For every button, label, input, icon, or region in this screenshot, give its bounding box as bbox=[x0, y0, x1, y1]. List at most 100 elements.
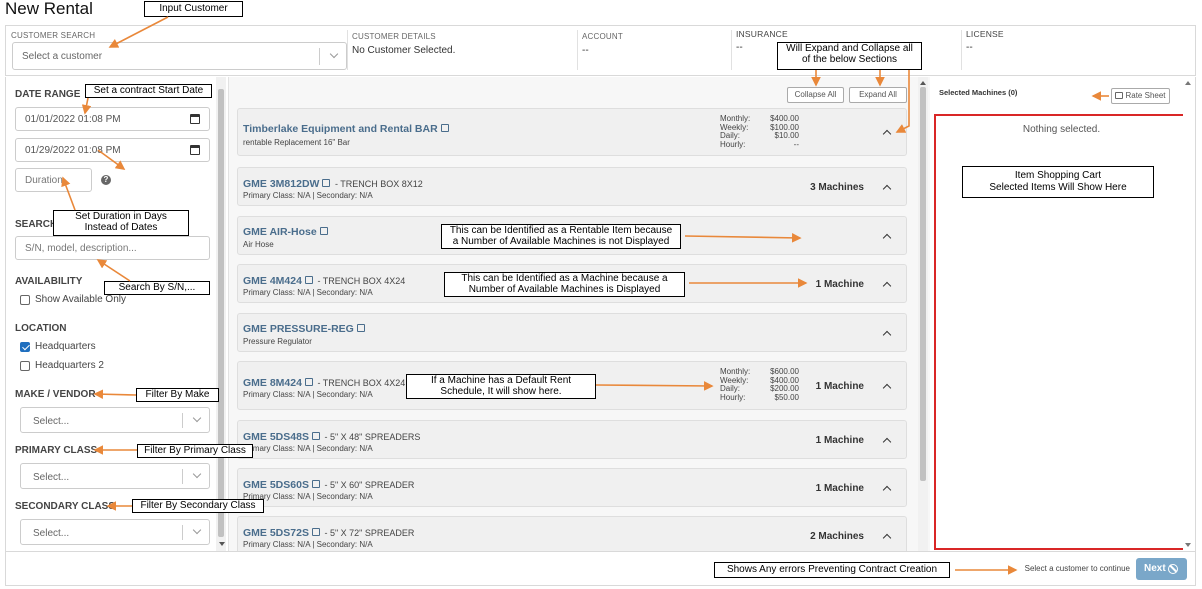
help-icon[interactable]: ? bbox=[101, 175, 111, 185]
machine-count: 3 Machines bbox=[810, 182, 864, 193]
list-scrollbar[interactable] bbox=[918, 77, 928, 551]
list-item[interactable]: GME 5DS60S - 5" X 60" SPREADER Primary C… bbox=[237, 468, 907, 507]
calendar-icon[interactable] bbox=[190, 145, 200, 155]
item-subtitle: Primary Class: N/A | Secondary: N/A bbox=[243, 540, 373, 549]
external-link-icon[interactable] bbox=[304, 276, 313, 284]
insurance-label: INSURANCE bbox=[736, 29, 788, 39]
secondary-class-select[interactable]: Select... bbox=[20, 519, 210, 545]
collapse-all-button[interactable]: Collapse All bbox=[787, 87, 844, 103]
item-subtitle: Pressure Regulator bbox=[243, 337, 312, 346]
location-label: LOCATION bbox=[15, 323, 67, 334]
license-col: LICENSE -- bbox=[961, 26, 1191, 75]
note-errors: Shows Any errors Preventing Contract Cre… bbox=[714, 562, 950, 578]
customer-search-col: CUSTOMER SEARCH Select a customer bbox=[6, 26, 351, 75]
external-link-icon[interactable] bbox=[304, 378, 313, 386]
collapse-icon[interactable] bbox=[882, 533, 892, 543]
rate-sheet-button[interactable]: Rate Sheet bbox=[1111, 88, 1170, 104]
make-select[interactable]: Select... bbox=[20, 407, 210, 433]
external-link-icon[interactable] bbox=[322, 179, 331, 187]
item-name-link[interactable]: GME 3M812DW - TRENCH BOX 8X12 bbox=[243, 178, 423, 190]
external-link-icon[interactable] bbox=[356, 324, 365, 332]
machine-count: 1 Machine bbox=[815, 279, 864, 290]
note-primary-class: Filter By Primary Class bbox=[137, 444, 253, 458]
primary-class-select[interactable]: Select... bbox=[20, 463, 210, 489]
next-button[interactable]: Next bbox=[1136, 558, 1187, 580]
note-expand-collapse: Will Expand and Collapse all of the belo… bbox=[777, 42, 922, 70]
external-link-icon[interactable] bbox=[440, 124, 449, 132]
collapse-icon[interactable] bbox=[882, 485, 892, 495]
calendar-icon[interactable] bbox=[190, 114, 200, 124]
item-name-link[interactable]: GME 4M424 - TRENCH BOX 4X24 bbox=[243, 275, 405, 287]
error-message: Select a customer to continue bbox=[1024, 564, 1130, 573]
filter-scrollbar-thumb[interactable] bbox=[218, 89, 224, 537]
expand-all-button[interactable]: Expand All bbox=[849, 87, 907, 103]
item-name-link[interactable]: GME PRESSURE-REG bbox=[243, 323, 367, 335]
customer-search-label: CUSTOMER SEARCH bbox=[11, 31, 96, 40]
search-input[interactable]: S/N, model, description... bbox=[15, 236, 210, 260]
account-value: -- bbox=[582, 45, 589, 56]
cart-scrollbar[interactable] bbox=[1183, 77, 1193, 551]
account-label: ACCOUNT bbox=[582, 32, 623, 41]
search-placeholder: S/N, model, description... bbox=[25, 243, 137, 254]
customer-select[interactable]: Select a customer bbox=[12, 42, 347, 70]
show-available-checkbox[interactable] bbox=[20, 295, 30, 305]
customer-bar: CUSTOMER SEARCH Select a customer CUSTOM… bbox=[5, 25, 1196, 76]
availability-label: AVAILABILITY bbox=[15, 276, 83, 287]
rate-value: -- bbox=[793, 139, 799, 149]
license-label: LICENSE bbox=[966, 29, 1004, 39]
item-subtitle: Air Hose bbox=[243, 240, 274, 249]
list-item[interactable]: GME PRESSURE-REG Pressure Regulator bbox=[237, 313, 907, 352]
license-value: -- bbox=[966, 42, 973, 53]
item-name-link[interactable]: GME 5DS72S - 5" X 72" SPREADER bbox=[243, 527, 414, 539]
make-label: MAKE / VENDOR bbox=[15, 389, 96, 400]
machine-count: 1 Machine bbox=[815, 381, 864, 392]
start-date-input[interactable]: 01/01/2022 01:08 PM bbox=[15, 107, 210, 131]
cart-title: Selected Machines (0) bbox=[939, 88, 1018, 97]
footer-bar: Select a customer to continue Next bbox=[5, 551, 1196, 586]
end-date-input[interactable]: 01/29/2022 01:08 PM bbox=[15, 138, 210, 162]
item-name-link[interactable]: GME 5DS60S - 5" X 60" SPREADER bbox=[243, 479, 414, 491]
list-item[interactable]: GME 5DS48S - 5" X 48" SPREADERS Primary … bbox=[237, 420, 907, 459]
primary-class-label: PRIMARY CLASS bbox=[15, 445, 98, 456]
chevron-down-icon bbox=[192, 525, 202, 535]
customer-details-col: CUSTOMER DETAILS No Customer Selected. bbox=[347, 26, 577, 75]
location-checkbox-headquarters[interactable] bbox=[20, 342, 30, 352]
collapse-icon[interactable] bbox=[882, 184, 892, 194]
list-item[interactable]: GME 3M812DW - TRENCH BOX 8X12 Primary Cl… bbox=[237, 167, 907, 206]
item-name-link[interactable]: GME AIR-Hose bbox=[243, 226, 330, 238]
duration-input[interactable]: Duration bbox=[15, 168, 92, 192]
note-cart: Item Shopping Cart Selected Items Will S… bbox=[962, 166, 1154, 198]
note-rentable: This can be Identified as a Rentable Ite… bbox=[441, 224, 681, 249]
external-link-icon[interactable] bbox=[311, 480, 320, 488]
item-name-link[interactable]: Timberlake Equipment and Rental BAR bbox=[243, 123, 451, 135]
filter-scrollbar[interactable] bbox=[216, 77, 226, 551]
note-duration: Set Duration in Days Instead of Dates bbox=[53, 210, 189, 236]
location-label-headquarters-2: Headquarters 2 bbox=[35, 360, 104, 371]
item-name-link[interactable]: GME 8M424 - TRENCH BOX 4X24 bbox=[243, 377, 405, 389]
show-available-label: Show Available Only bbox=[35, 294, 126, 305]
note-default-rent: If a Machine has a Default Rent Schedule… bbox=[406, 374, 596, 399]
collapse-icon[interactable] bbox=[882, 437, 892, 447]
insurance-value: -- bbox=[736, 42, 743, 53]
collapse-icon[interactable] bbox=[882, 129, 892, 139]
external-link-icon[interactable] bbox=[311, 432, 320, 440]
list-item[interactable]: GME 5DS72S - 5" X 72" SPREADER Primary C… bbox=[237, 516, 907, 555]
item-list: Collapse All Expand All Timberlake Equip… bbox=[228, 77, 930, 555]
external-link-icon[interactable] bbox=[319, 227, 328, 235]
list-scrollbar-thumb[interactable] bbox=[920, 87, 926, 481]
collapse-icon[interactable] bbox=[882, 233, 892, 243]
location-checkbox-headquarters-2[interactable] bbox=[20, 361, 30, 371]
secondary-class-placeholder: Select... bbox=[33, 528, 70, 539]
list-item[interactable]: Timberlake Equipment and Rental BAR rent… bbox=[237, 108, 907, 156]
collapse-icon[interactable] bbox=[882, 383, 892, 393]
note-make: Filter By Make bbox=[136, 388, 219, 402]
collapse-icon[interactable] bbox=[882, 281, 892, 291]
customer-select-placeholder: Select a customer bbox=[22, 51, 103, 62]
page-title: New Rental bbox=[5, 0, 93, 18]
external-link-icon[interactable] bbox=[311, 528, 320, 536]
primary-class-placeholder: Select... bbox=[33, 472, 70, 483]
note-search: Search By S/N,... bbox=[104, 281, 210, 295]
collapse-icon[interactable] bbox=[882, 330, 892, 340]
make-placeholder: Select... bbox=[33, 416, 70, 427]
item-name-link[interactable]: GME 5DS48S - 5" X 48" SPREADERS bbox=[243, 431, 420, 443]
